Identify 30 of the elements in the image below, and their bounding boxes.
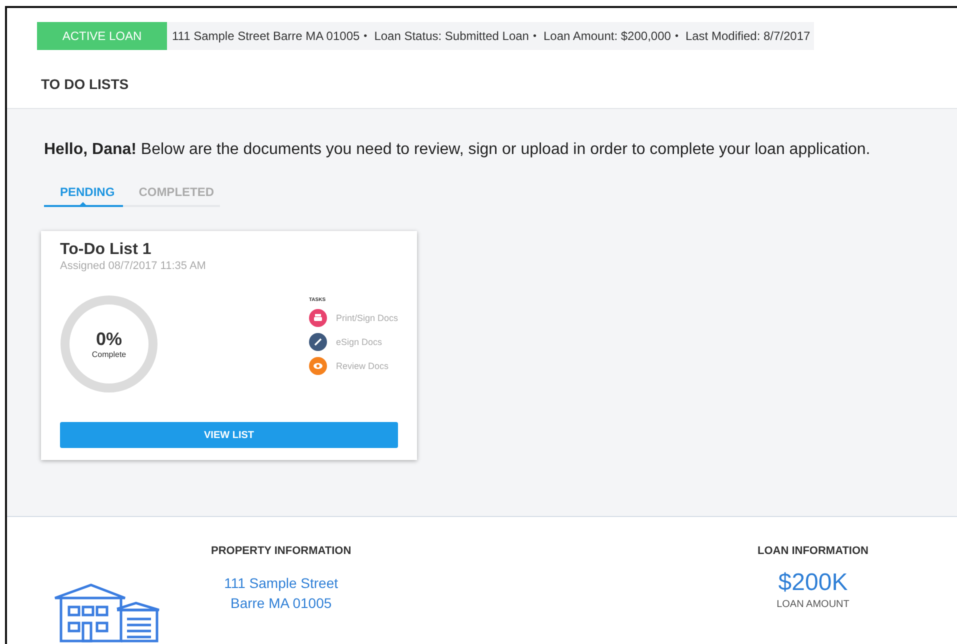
separator: •: [532, 30, 538, 42]
tab[interactable]: COMPLETED: [122, 181, 222, 207]
active-loan-badge: ACTIVE LOAN: [37, 22, 167, 50]
printer-icon: [312, 313, 323, 323]
loan-heading: LOAN INFORMATION: [757, 545, 868, 557]
view-list-button[interactable]: VIEW LIST: [60, 422, 398, 448]
loan-detail: Loan Status: Submitted Loan: [373, 29, 530, 43]
card-title: To-Do List 1: [60, 241, 152, 259]
loan-amount: $200K: [778, 569, 848, 597]
separator: •: [364, 30, 368, 42]
loan-detail: 111 Sample Street Barre MA 01005: [171, 29, 361, 43]
pencil-icon: [312, 337, 323, 347]
property-address[interactable]: Barre MA 01005: [230, 593, 332, 613]
progress-caption: Complete: [92, 350, 126, 359]
progress-percent: 0%: [96, 329, 122, 350]
separator: •: [674, 30, 680, 42]
loan-detail: Last Modified: 8/7/2017: [684, 29, 812, 43]
section-title: TO DO LISTS: [41, 76, 130, 92]
loan-amount-caption: LOAN AMOUNT: [776, 599, 850, 610]
property-heading: PROPERTY INFORMATION: [211, 545, 352, 557]
loan-detail: Loan Amount: $200,000: [542, 29, 672, 43]
task-label: Print/Sign Docs: [336, 313, 398, 323]
tab[interactable]: PENDING: [44, 181, 123, 207]
task-label: eSign Docs: [336, 337, 382, 347]
eye-icon: [312, 361, 323, 371]
greeting-text: Hello, Dana! Below are the documents you need to review, sign or upload in order to complete your loan application.: [44, 141, 872, 159]
house-icon: [53, 583, 161, 643]
assigned-date: Assigned 08/7/2017 11:35 AM: [60, 260, 207, 272]
property-address[interactable]: 111 Sample Street: [224, 573, 338, 593]
task-label: Review Docs: [336, 361, 388, 371]
